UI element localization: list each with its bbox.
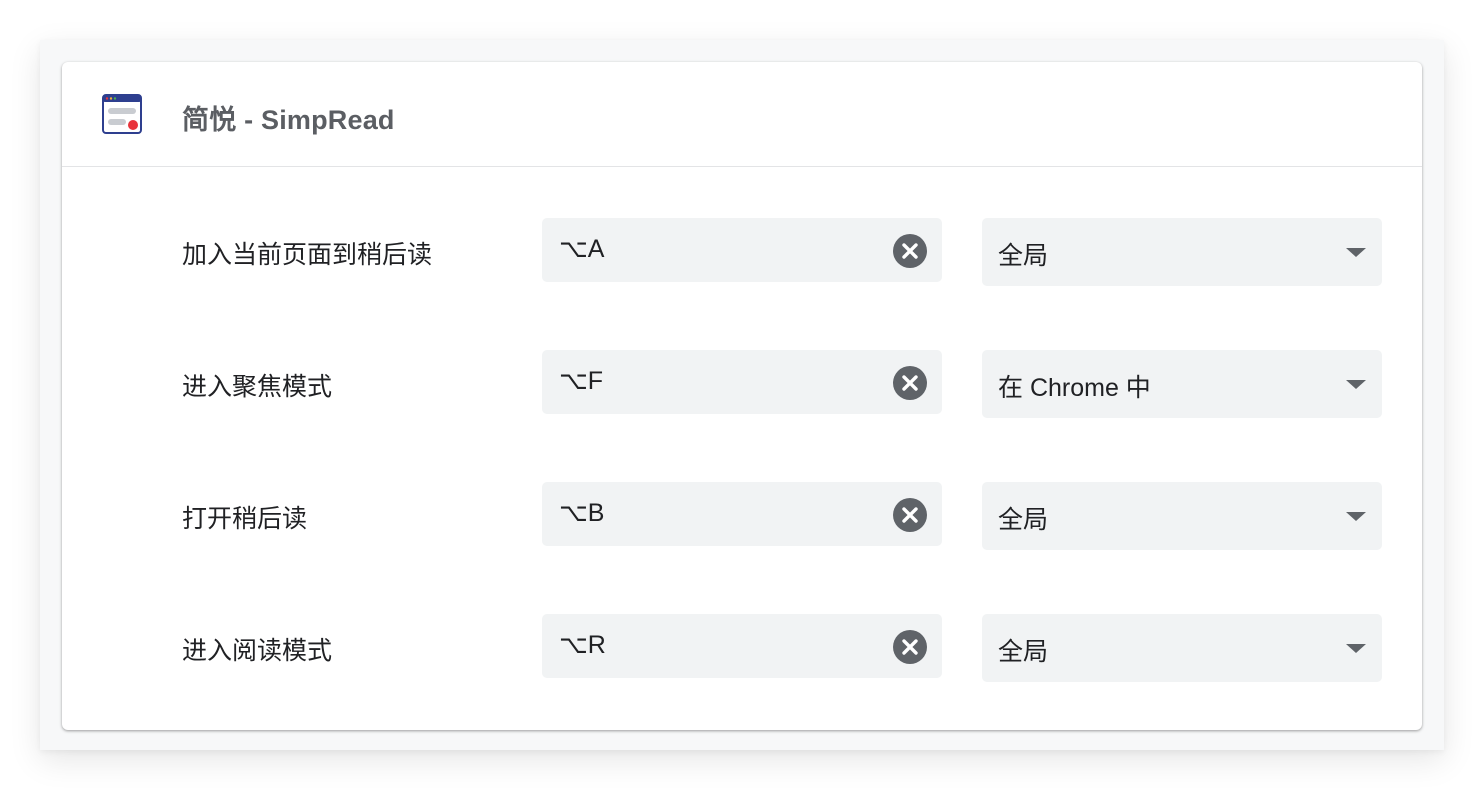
shortcut-row: 加入当前页面到稍后读 ⌥A 全局 bbox=[62, 218, 1422, 286]
shortcut-row: 进入阅读模式 ⌥R 全局 bbox=[62, 614, 1422, 682]
shortcut-label: 打开稍后读 bbox=[182, 505, 308, 533]
scope-value: 全局 bbox=[998, 242, 1049, 270]
extension-shortcuts-card: 简悦 - SimpRead 加入当前页面到稍后读 ⌥A 全局 进入聚焦模式 ⌥F bbox=[62, 62, 1422, 730]
clear-shortcut-button[interactable] bbox=[893, 498, 927, 532]
shortcut-key: ⌥B bbox=[559, 499, 605, 527]
clear-shortcut-button[interactable] bbox=[893, 366, 927, 400]
extension-title: 简悦 - SimpRead bbox=[182, 105, 395, 135]
dropdown-arrow-icon bbox=[1346, 380, 1366, 389]
scope-select[interactable]: 全局 bbox=[982, 614, 1382, 682]
scope-select[interactable]: 全局 bbox=[982, 218, 1382, 286]
shortcut-input[interactable]: ⌥R bbox=[542, 614, 942, 678]
close-icon bbox=[902, 639, 918, 655]
scope-value: 在 Chrome 中 bbox=[998, 374, 1151, 402]
shortcut-label: 进入阅读模式 bbox=[182, 637, 333, 665]
scope-select[interactable]: 在 Chrome 中 bbox=[982, 350, 1382, 418]
scope-value: 全局 bbox=[998, 506, 1049, 534]
shortcut-row: 打开稍后读 ⌥B 全局 bbox=[62, 482, 1422, 550]
dropdown-arrow-icon bbox=[1346, 644, 1366, 653]
shortcut-label: 加入当前页面到稍后读 bbox=[182, 241, 433, 269]
close-icon bbox=[902, 243, 918, 259]
card-header: 简悦 - SimpRead bbox=[62, 62, 1422, 167]
simpread-logo-icon bbox=[102, 94, 142, 134]
dropdown-arrow-icon bbox=[1346, 248, 1366, 257]
shortcut-label: 进入聚焦模式 bbox=[182, 373, 333, 401]
clear-shortcut-button[interactable] bbox=[893, 630, 927, 664]
shortcut-input[interactable]: ⌥F bbox=[542, 350, 942, 414]
close-icon bbox=[902, 375, 918, 391]
close-icon bbox=[902, 507, 918, 523]
scope-select[interactable]: 全局 bbox=[982, 482, 1382, 550]
shortcut-key: ⌥A bbox=[559, 235, 605, 263]
clear-shortcut-button[interactable] bbox=[893, 234, 927, 268]
shortcut-input[interactable]: ⌥A bbox=[542, 218, 942, 282]
shortcut-key: ⌥F bbox=[559, 367, 604, 395]
shortcut-row: 进入聚焦模式 ⌥F 在 Chrome 中 bbox=[62, 350, 1422, 418]
scope-value: 全局 bbox=[998, 638, 1049, 666]
shortcut-key: ⌥R bbox=[559, 631, 606, 659]
dropdown-arrow-icon bbox=[1346, 512, 1366, 521]
shortcut-input[interactable]: ⌥B bbox=[542, 482, 942, 546]
